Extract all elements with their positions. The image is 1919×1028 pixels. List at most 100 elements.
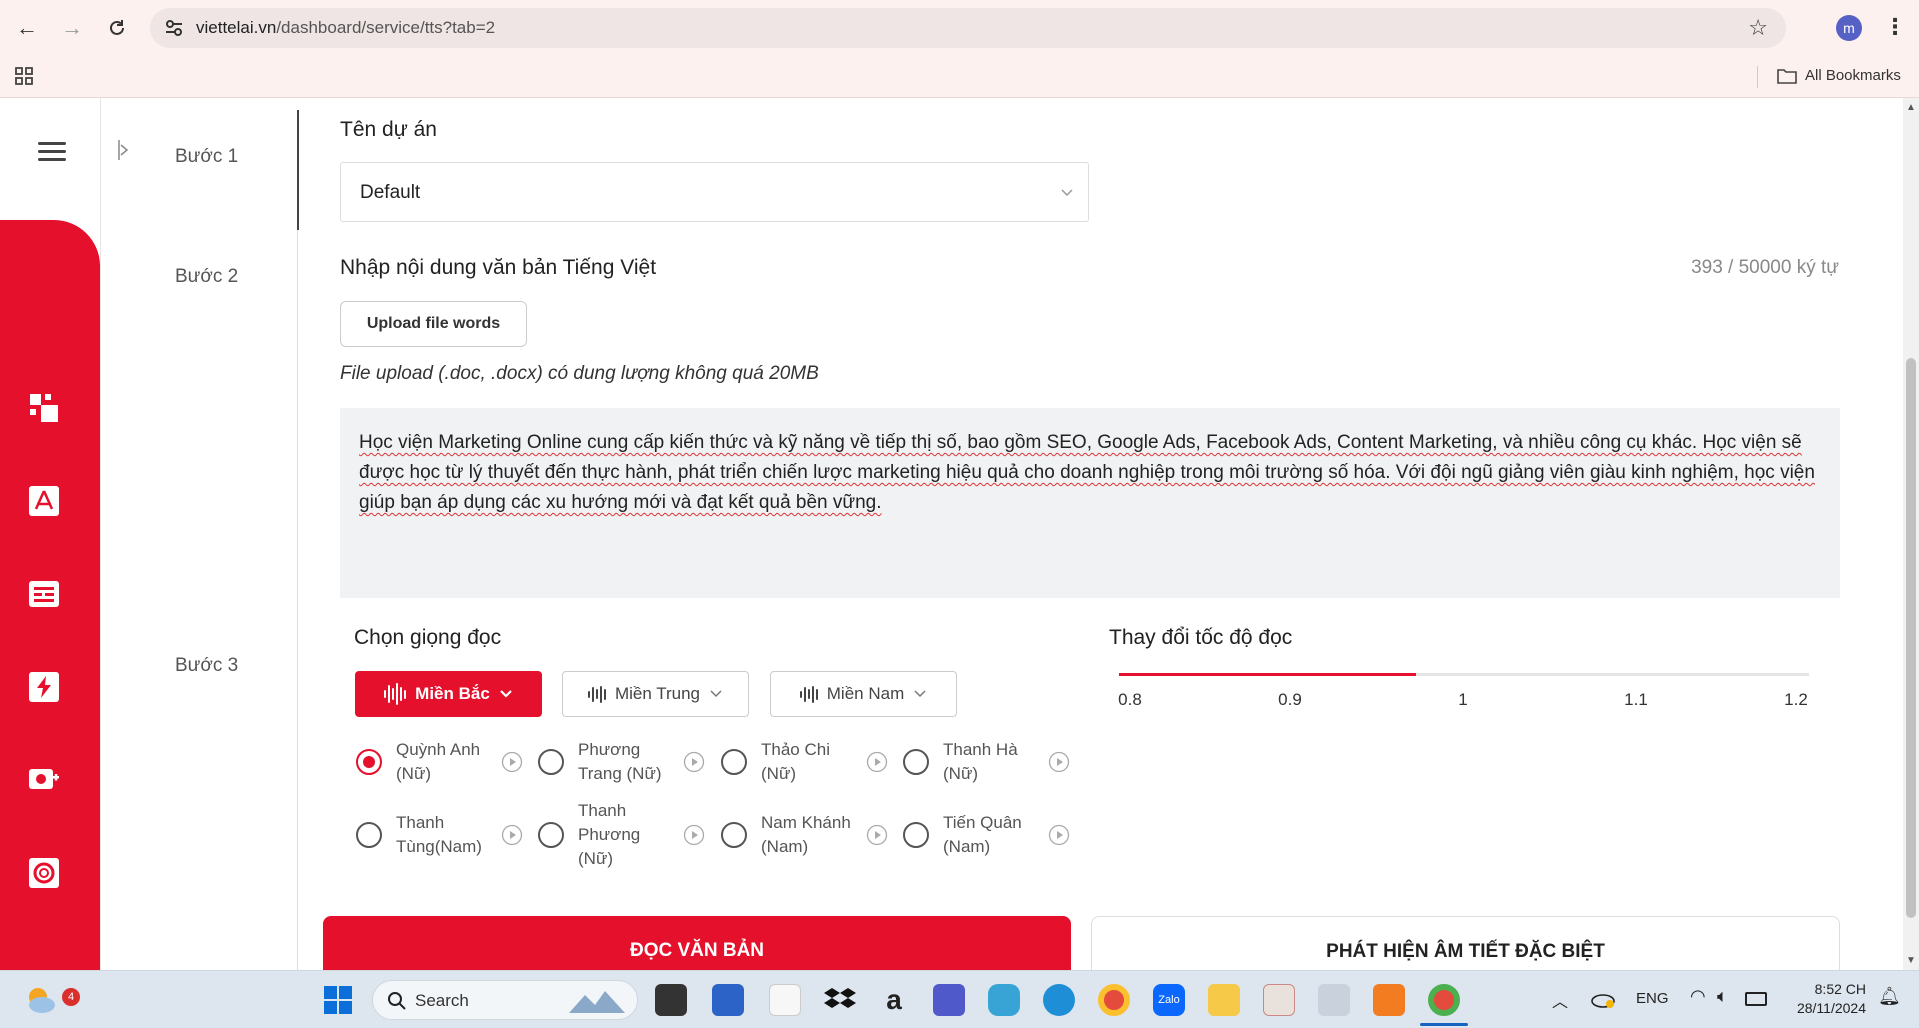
speed-tick-label: 1.2 bbox=[1784, 690, 1808, 709]
voice-name: Thanh Phương (Nữ) bbox=[578, 801, 641, 868]
bookmark-star-icon[interactable]: ☆ bbox=[1748, 15, 1768, 41]
play-icon[interactable] bbox=[683, 751, 705, 773]
teams-icon[interactable] bbox=[933, 984, 965, 1016]
voice-radio[interactable] bbox=[538, 749, 564, 775]
region-north-button[interactable]: Miền Bắc bbox=[355, 671, 542, 717]
voice-radio[interactable] bbox=[721, 749, 747, 775]
voice-option[interactable]: Phương Trang (Nữ) bbox=[538, 734, 720, 794]
voice-option[interactable]: Thanh Phương (Nữ) bbox=[538, 801, 720, 868]
voice-radio[interactable] bbox=[538, 822, 564, 848]
scroll-up-icon[interactable]: ▲ bbox=[1906, 102, 1916, 113]
upload-file-button[interactable]: Upload file words bbox=[340, 301, 527, 347]
file-explorer-icon[interactable] bbox=[1208, 984, 1240, 1016]
voice-option[interactable]: Tiến Quân (Nam) bbox=[903, 807, 1085, 867]
play-icon[interactable] bbox=[501, 824, 523, 846]
step-progress-line bbox=[297, 110, 299, 230]
region-north-label: Miền Bắc bbox=[415, 684, 490, 703]
voice-option[interactable]: Nam Khánh (Nam) bbox=[721, 807, 903, 867]
notification-bell-icon[interactable]: 🔔︎ bbox=[1878, 986, 1901, 1007]
weather-icon[interactable]: 4 bbox=[22, 981, 80, 1019]
battery-icon[interactable] bbox=[1745, 992, 1767, 1006]
menu-toggle-icon[interactable] bbox=[38, 142, 66, 162]
region-central-button[interactable]: Miền Trung bbox=[562, 671, 749, 717]
scroll-thumb[interactable] bbox=[1906, 358, 1916, 918]
voice-name: Thảo Chi (Nữ) bbox=[761, 740, 830, 783]
region-south-button[interactable]: Miền Nam bbox=[770, 671, 957, 717]
voice-option[interactable]: Thảo Chi (Nữ) bbox=[721, 734, 903, 794]
play-icon[interactable] bbox=[683, 824, 705, 846]
read-text-button[interactable]: ĐỌC VĂN BẢN bbox=[323, 916, 1071, 970]
voice-option[interactable]: Thanh Hà (Nữ) bbox=[903, 734, 1085, 794]
voice-radio[interactable] bbox=[903, 749, 929, 775]
clock-time: 8:52 CH bbox=[1814, 981, 1866, 997]
play-icon[interactable] bbox=[866, 751, 888, 773]
app-icon[interactable] bbox=[1318, 984, 1350, 1016]
windows-start-icon[interactable] bbox=[322, 984, 354, 1016]
play-icon[interactable] bbox=[501, 751, 523, 773]
onedrive-icon[interactable] bbox=[1590, 988, 1616, 1010]
system-clock[interactable]: 8:52 CH 28/11/2024 bbox=[1776, 980, 1866, 1018]
play-icon[interactable] bbox=[1048, 751, 1070, 773]
bookmarks-separator bbox=[1757, 66, 1758, 88]
play-icon[interactable] bbox=[866, 824, 888, 846]
search-icon bbox=[388, 992, 406, 1010]
edge-icon[interactable] bbox=[1043, 984, 1075, 1016]
step-2-label: Bước 2 bbox=[175, 266, 239, 287]
all-bookmarks-label: All Bookmarks bbox=[1805, 67, 1901, 84]
volume-icon[interactable]: 🔈︎ bbox=[1717, 986, 1728, 1007]
chrome-profile-icon[interactable] bbox=[1428, 984, 1460, 1016]
forward-icon[interactable]: → bbox=[56, 12, 88, 44]
amazon-icon[interactable] bbox=[769, 984, 801, 1016]
dashboard-icon[interactable] bbox=[28, 392, 60, 424]
copilot-icon[interactable] bbox=[988, 984, 1020, 1016]
region-south-label: Miền Nam bbox=[826, 684, 905, 703]
document-icon[interactable] bbox=[28, 578, 60, 610]
support-icon[interactable] bbox=[28, 857, 60, 889]
store-icon[interactable] bbox=[712, 984, 744, 1016]
voice-option[interactable]: Quỳnh Anh (Nữ) bbox=[356, 734, 538, 794]
voice-radio[interactable] bbox=[721, 822, 747, 848]
tray-chevron-icon[interactable]: ︿ bbox=[1552, 988, 1568, 1012]
apps-grid-icon[interactable] bbox=[14, 66, 34, 86]
scroll-down-icon[interactable]: ▼ bbox=[1906, 955, 1916, 966]
voice-select-title: Chọn giọng đọc bbox=[354, 626, 502, 649]
wifi-icon[interactable]: ◠ bbox=[1690, 986, 1706, 1007]
project-select-value: Default bbox=[360, 182, 421, 203]
expand-arrow-icon[interactable] bbox=[118, 138, 130, 162]
speed-slider[interactable] bbox=[1119, 673, 1809, 676]
play-icon[interactable] bbox=[1048, 824, 1070, 846]
task-view-icon[interactable] bbox=[655, 984, 687, 1016]
profile-avatar[interactable]: m bbox=[1836, 15, 1862, 41]
reload-icon[interactable] bbox=[101, 12, 133, 44]
app-store-icon[interactable] bbox=[28, 485, 60, 517]
language-indicator[interactable]: ENG bbox=[1636, 990, 1669, 1007]
taskbar-search[interactable]: Search bbox=[372, 980, 638, 1020]
chrome-icon[interactable] bbox=[1098, 984, 1130, 1016]
project-select[interactable]: Default bbox=[340, 162, 1089, 222]
voice-option[interactable]: Thanh Tùng(Nam) bbox=[356, 807, 538, 867]
detect-syllables-button[interactable]: PHÁT HIỆN ÂM TIẾT ĐẶC BIỆT bbox=[1091, 916, 1840, 970]
voice-radio[interactable] bbox=[356, 822, 382, 848]
add-media-icon[interactable] bbox=[28, 764, 60, 796]
region-central-label: Miền Trung bbox=[614, 684, 701, 703]
snipping-tool-icon[interactable] bbox=[1263, 984, 1295, 1016]
page-scrollbar[interactable]: ▲ ▼ bbox=[1903, 98, 1919, 970]
voice-radio[interactable] bbox=[903, 822, 929, 848]
amazon-a-icon[interactable]: a bbox=[878, 984, 910, 1016]
site-info-icon[interactable] bbox=[162, 16, 186, 40]
xampp-icon[interactable] bbox=[1373, 984, 1405, 1016]
dropbox-icon[interactable] bbox=[824, 984, 856, 1016]
content-input-title: Nhập nội dung văn bản Tiếng Việt bbox=[340, 256, 657, 279]
text-content-area[interactable]: Học viện Marketing Online cung cấp kiến … bbox=[340, 408, 1840, 598]
address-bar[interactable]: viettelai.vn/dashboard/service/tts?tab=2… bbox=[150, 8, 1786, 48]
page-content: Bước 1 Bước 2 Bước 3 Tên dự án Default N… bbox=[0, 98, 1919, 970]
chevron-down-icon bbox=[500, 690, 512, 698]
speed-title: Thay đổi tốc độ đọc bbox=[1109, 626, 1293, 649]
browser-menu-icon[interactable]: ⋮ bbox=[1884, 14, 1906, 40]
zalo-icon[interactable]: Zalo bbox=[1153, 984, 1185, 1016]
back-icon[interactable]: ← bbox=[11, 12, 43, 44]
service-icon[interactable] bbox=[28, 671, 60, 703]
all-bookmarks-button[interactable]: All Bookmarks bbox=[1777, 67, 1901, 84]
character-count: 393 / 50000 ký tự bbox=[1691, 257, 1839, 278]
voice-radio[interactable] bbox=[356, 749, 382, 775]
